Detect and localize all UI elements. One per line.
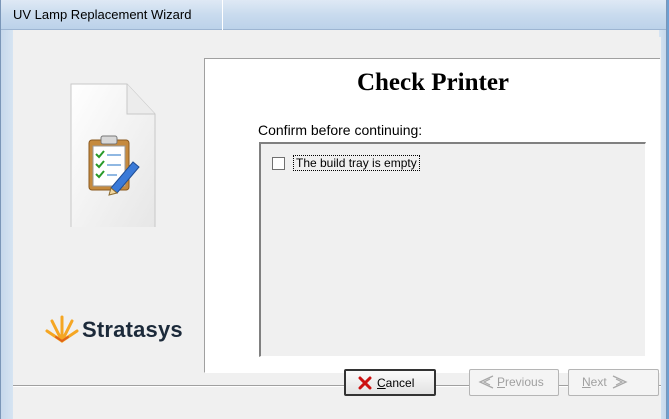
button-separator xyxy=(13,385,661,387)
next-label-rest: ext xyxy=(590,375,607,389)
previous-label: Previous xyxy=(497,375,544,389)
checklist-box: The build tray is empty xyxy=(259,142,646,357)
stratasys-logo: Stratasys xyxy=(44,311,204,351)
next-hotkey: N xyxy=(582,375,591,389)
window-frame-left xyxy=(1,30,13,419)
wizard-window: UV Lamp Replacement Wizard Stratasys Che… xyxy=(0,0,667,419)
cancel-button[interactable]: Cancel xyxy=(344,369,436,396)
wizard-client-area: Stratasys Check Printer Confirm before c… xyxy=(13,37,661,419)
brand-name: Stratasys xyxy=(82,317,183,342)
content-panel: Check Printer Confirm before continuing:… xyxy=(204,58,660,373)
next-button[interactable]: Next xyxy=(568,369,659,396)
previous-label-rest: revious xyxy=(505,375,544,389)
previous-button[interactable]: Previous xyxy=(469,369,559,396)
cancel-label-rest: ancel xyxy=(385,376,415,390)
confirm-prompt: Confirm before continuing: xyxy=(258,122,423,138)
stratasys-burst-icon xyxy=(45,315,79,343)
title-bar[interactable]: UV Lamp Replacement Wizard xyxy=(1,0,666,30)
build-tray-checkbox[interactable] xyxy=(272,157,285,170)
red-x-icon xyxy=(358,376,372,393)
cancel-label: Cancel xyxy=(377,376,414,390)
title-bar-divider xyxy=(222,0,223,30)
cancel-hotkey: C xyxy=(377,376,386,390)
chevron-right-icon xyxy=(611,374,629,393)
chevron-left-icon xyxy=(477,374,495,393)
build-tray-label[interactable]: The build tray is empty xyxy=(293,155,420,171)
next-label: Next xyxy=(582,375,607,389)
previous-hotkey: P xyxy=(497,375,506,389)
clipboard-document-icon xyxy=(65,82,159,233)
page-title: Check Printer xyxy=(356,69,510,96)
window-title: UV Lamp Replacement Wizard xyxy=(13,7,192,22)
